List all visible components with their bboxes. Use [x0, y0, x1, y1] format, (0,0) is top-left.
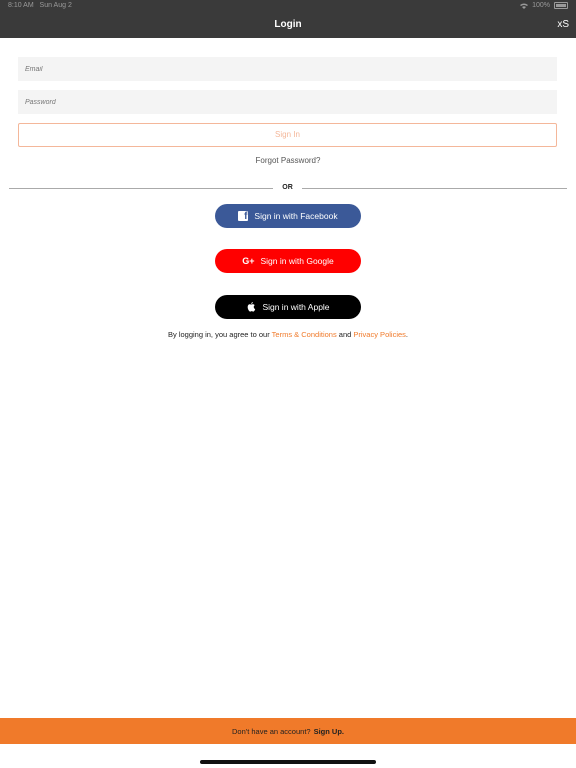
apple-button-label: Sign in with Apple: [262, 302, 330, 312]
signup-footer: Don't have an account? Sign Up.: [0, 718, 576, 744]
divider-right: [302, 188, 567, 189]
terms-and: and: [336, 330, 354, 339]
facebook-button-label: Sign in with Facebook: [254, 211, 338, 221]
wifi-icon: [520, 3, 529, 9]
facebook-icon: f: [238, 211, 249, 222]
navigation-bar: Login xS: [0, 12, 576, 38]
or-label: OR: [282, 184, 293, 191]
battery-percent: 100%: [532, 2, 550, 9]
password-field[interactable]: [18, 90, 557, 114]
forgot-password-link[interactable]: Forgot Password?: [0, 156, 576, 165]
sign-in-button[interactable]: Sign In: [18, 123, 557, 147]
battery-icon: [554, 2, 568, 9]
terms-suffix: .: [405, 330, 408, 339]
divider-left: [9, 188, 273, 189]
facebook-sign-in-button[interactable]: f Sign in with Facebook: [215, 204, 361, 228]
status-date: Sun Aug 2: [39, 2, 72, 9]
nav-right-button[interactable]: xS: [557, 19, 569, 30]
google-sign-in-button[interactable]: G+ Sign in with Google: [215, 249, 361, 273]
terms-conditions-link[interactable]: Terms & Conditions: [272, 330, 337, 339]
google-plus-icon: G+: [242, 256, 255, 266]
status-right: 100%: [520, 2, 568, 9]
status-bar: 8:10 AM Sun Aug 2 100%: [0, 0, 576, 12]
google-button-label: Sign in with Google: [260, 256, 334, 266]
privacy-policies-link[interactable]: Privacy Policies: [353, 330, 406, 339]
terms-prefix: By logging in, you agree to our: [167, 330, 272, 339]
status-left: 8:10 AM Sun Aug 2: [8, 2, 72, 9]
signup-prompt: Don't have an account?: [232, 726, 311, 736]
apple-icon: [248, 302, 256, 312]
sign-up-link[interactable]: Sign Up.: [314, 727, 344, 736]
email-field[interactable]: [18, 57, 557, 81]
home-indicator: [200, 760, 376, 764]
status-time: 8:10 AM: [8, 2, 34, 9]
page-title: Login: [274, 19, 302, 30]
apple-sign-in-button[interactable]: Sign in with Apple: [215, 295, 361, 319]
terms-text: By logging in, you agree to our Terms & …: [0, 330, 576, 339]
